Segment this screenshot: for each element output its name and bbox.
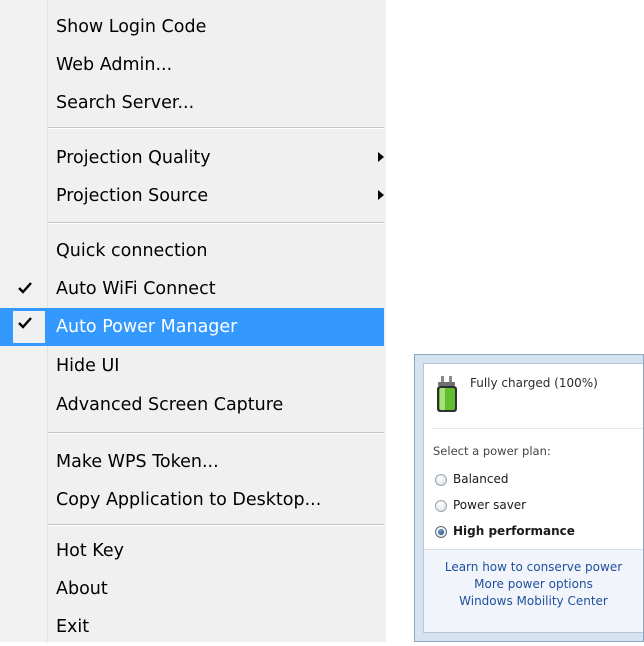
plan-label-balanced[interactable]: Balanced [453,472,508,486]
menu-item-label: Hot Key [56,541,125,561]
power-flyout: Fully charged (100%) Select a power plan… [414,354,644,642]
menu-item-advanced-screen-capture[interactable]: Advanced Screen Capture [0,386,384,424]
power-flyout-panel: Fully charged (100%) Select a power plan… [423,363,643,633]
plan-label-high-performance[interactable]: High performance [453,524,575,538]
menu-item-quick-connection[interactable]: Quick connection [0,232,384,270]
menu-item-label: Make WPS Token... [56,452,219,472]
menu-item-web-admin[interactable]: Web Admin... [0,46,384,84]
menu-item-label: Auto Power Manager [56,317,238,337]
menu-item-label: Projection Source [56,186,209,206]
radio-power-saver[interactable] [435,500,447,512]
battery-plugged-icon [432,374,462,418]
power-plan-prompt: Select a power plan: [433,444,551,458]
power-separator [432,428,643,429]
link-more-power-options[interactable]: More power options [424,577,643,591]
menu-separator [48,222,384,224]
power-flyout-footer: Learn how to conserve power More power o… [424,549,643,632]
radio-balanced[interactable] [435,474,447,486]
menu-item-projection-source[interactable]: Projection Source [0,177,384,215]
menu-item-search-server[interactable]: Search Server... [0,84,384,122]
menu-item-label: Copy Application to Desktop... [56,490,322,510]
checkmark-icon [18,279,40,299]
menu-item-show-login-code[interactable]: Show Login Code [0,8,384,46]
link-windows-mobility-center[interactable]: Windows Mobility Center [424,594,643,608]
menu-item-make-wps-token[interactable]: Make WPS Token... [0,443,384,481]
menu-item-label: Projection Quality [56,148,211,168]
menu-item-about[interactable]: About [0,570,384,608]
context-menu: Show Login Code Web Admin... Search Serv… [0,0,386,642]
menu-item-label: Quick connection [56,241,208,261]
menu-item-copy-application-to-desktop[interactable]: Copy Application to Desktop... [0,481,384,519]
menu-item-label: Hide UI [56,356,120,376]
submenu-arrow-icon [378,152,384,162]
menu-item-exit[interactable]: Exit [0,608,384,646]
menu-item-label: Web Admin... [56,55,173,75]
menu-item-label: Auto WiFi Connect [56,279,216,299]
menu-separator [48,432,384,434]
menu-item-hide-ui[interactable]: Hide UI [0,347,384,385]
menu-item-label: About [56,579,108,599]
radio-high-performance[interactable] [435,526,447,538]
checkmark-icon [13,311,45,343]
menu-item-projection-quality[interactable]: Projection Quality [0,139,384,177]
submenu-arrow-icon [378,190,384,200]
menu-item-label: Show Login Code [56,17,207,37]
menu-separator [48,127,384,129]
plan-label-power-saver[interactable]: Power saver [453,498,526,512]
battery-status-text: Fully charged (100%) [470,376,598,390]
menu-item-auto-wifi-connect[interactable]: Auto WiFi Connect [0,270,384,308]
menu-item-hot-key[interactable]: Hot Key [0,532,384,570]
menu-item-label: Advanced Screen Capture [56,395,284,415]
menu-item-auto-power-manager[interactable]: Auto Power Manager [0,308,384,346]
menu-item-label: Exit [56,617,90,637]
link-conserve-power[interactable]: Learn how to conserve power [424,560,643,574]
menu-separator [48,524,384,526]
menu-item-label: Search Server... [56,93,195,113]
